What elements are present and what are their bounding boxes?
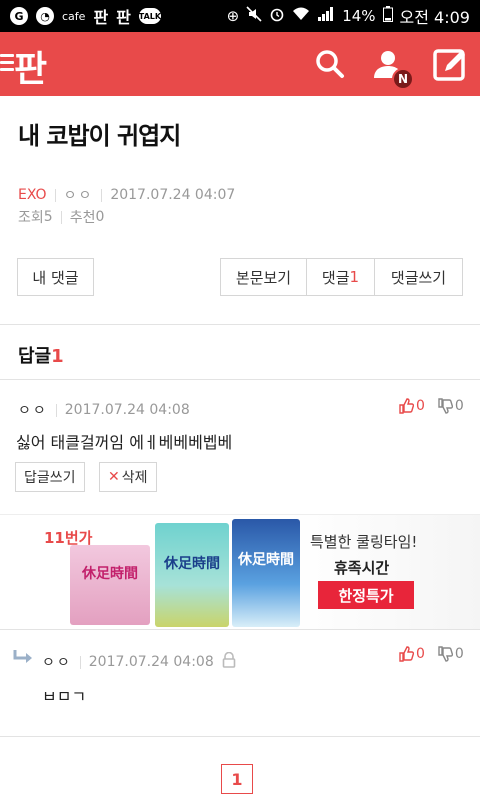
replies-label: 답글 bbox=[18, 346, 52, 367]
comment-votes: 0 0 bbox=[398, 398, 464, 414]
thumbs-down-icon bbox=[438, 646, 453, 662]
alarm-icon bbox=[269, 6, 285, 26]
notification-badge: N bbox=[392, 68, 414, 90]
upvote-count: 0 bbox=[416, 646, 425, 662]
product-label: 休足時間 bbox=[164, 556, 220, 572]
reply-arrow-icon bbox=[12, 648, 36, 672]
write-comment-button[interactable]: 댓글쓰기 bbox=[375, 259, 462, 295]
product-image-pink: 休足時間 bbox=[70, 545, 150, 625]
recommend-label: 추천 bbox=[69, 210, 96, 226]
lock-icon bbox=[222, 651, 236, 672]
ad-product-name: 휴족시간 bbox=[334, 559, 390, 577]
wifi-icon bbox=[292, 7, 310, 25]
comments-button[interactable]: 댓글 1 bbox=[307, 259, 375, 295]
product-label: 休足時間 bbox=[82, 566, 138, 582]
post-category[interactable]: EXO bbox=[18, 187, 47, 203]
menu-icon[interactable] bbox=[0, 54, 14, 72]
downvote-button[interactable]: 0 bbox=[437, 398, 464, 414]
downvote-count: 0 bbox=[454, 398, 464, 414]
comment-meta: ㅇㅇ 2017.07.24 04:08 bbox=[18, 400, 190, 420]
divider bbox=[60, 210, 62, 224]
thumbs-up-icon bbox=[399, 646, 414, 662]
circle-notification-icon: ◔ bbox=[36, 7, 54, 25]
comment-author: ㅇㅇ bbox=[18, 403, 48, 419]
views-count: 5 bbox=[43, 209, 53, 225]
comment-datetime: 2017.07.24 04:08 bbox=[64, 402, 190, 418]
product-label: 休足時間 bbox=[238, 552, 294, 568]
post-author: ㅇㅇ bbox=[63, 188, 94, 204]
product-image-mint: 休足時間 bbox=[155, 523, 229, 627]
post-action-group: 본문보기 댓글 1 댓글쓰기 bbox=[220, 258, 463, 296]
close-icon: ✕ bbox=[108, 469, 120, 485]
comment-meta: ㅇㅇ 2017.07.24 04:08 bbox=[42, 651, 236, 672]
section-divider bbox=[0, 736, 480, 737]
view-body-button[interactable]: 본문보기 bbox=[221, 259, 307, 295]
thumbs-up-icon bbox=[399, 398, 414, 414]
search-icon[interactable] bbox=[312, 46, 348, 82]
pagination-current-page[interactable]: 1 bbox=[221, 764, 253, 794]
divider bbox=[55, 403, 57, 417]
delete-button[interactable]: ✕ 삭제 bbox=[99, 462, 157, 492]
divider bbox=[79, 655, 81, 669]
product-image-blue: 休足時間 bbox=[232, 519, 300, 627]
comment-text: ㅂㅁㄱ bbox=[42, 687, 87, 706]
post-meta: EXO ㅇㅇ 2017.07.24 04:07 bbox=[18, 185, 235, 205]
add-circle-icon: ⊕ bbox=[226, 7, 240, 25]
views-label: 조회 bbox=[18, 210, 44, 226]
my-comments-button[interactable]: 내 댓글 bbox=[17, 258, 94, 296]
section-divider bbox=[0, 379, 480, 380]
replies-heading: 답글1 bbox=[18, 342, 64, 368]
ad-cta-button[interactable]: 한정특가 bbox=[318, 581, 414, 609]
talk-icon: TALK bbox=[139, 8, 161, 24]
status-bar: G ◔ cafe 판 판 TALK ⊕ 14% 오전 4:09 bbox=[0, 0, 480, 32]
section-divider bbox=[0, 324, 480, 325]
cafe-label: cafe bbox=[62, 9, 86, 23]
downvote-count: 0 bbox=[454, 646, 464, 662]
replies-count: 1 bbox=[51, 346, 64, 367]
comment-author: ㅇㅇ bbox=[42, 655, 72, 671]
reply-write-button[interactable]: 답글쓰기 bbox=[15, 462, 85, 492]
upvote-count: 0 bbox=[416, 398, 425, 414]
g-notification-icon: G bbox=[10, 7, 28, 25]
comments-count: 1 bbox=[349, 268, 360, 286]
battery-icon bbox=[382, 6, 393, 26]
battery-percent: 14% bbox=[342, 7, 376, 25]
upvote-button[interactable]: 0 bbox=[398, 646, 425, 662]
mute-icon bbox=[246, 6, 262, 26]
ad-tagline: 특별한 쿨링타임! bbox=[310, 533, 418, 551]
pann-logo[interactable]: 판 bbox=[14, 40, 47, 92]
thumbs-down-icon bbox=[438, 398, 453, 414]
downvote-button[interactable]: 0 bbox=[437, 646, 464, 662]
pann-app-icon-2: 판 bbox=[116, 8, 131, 27]
ad-banner[interactable]: 11번가 休足時間 休足時間 休足時間 특별한 쿨링타임! 휴족시간 한정특가 bbox=[0, 514, 480, 630]
divider bbox=[101, 188, 103, 202]
delete-label: 삭제 bbox=[121, 470, 148, 486]
divider bbox=[54, 188, 56, 202]
app-header: 판 N bbox=[0, 32, 480, 96]
signal-icon bbox=[317, 7, 335, 25]
comment-votes: 0 0 bbox=[398, 646, 464, 662]
clock: 오전 4:09 bbox=[399, 8, 470, 27]
post-title: 내 코밥이 귀엽지 bbox=[18, 122, 181, 150]
post-stats: 조회 5 추천 0 bbox=[18, 207, 104, 227]
section-divider bbox=[0, 629, 480, 630]
pann-app-icon: 판 bbox=[93, 8, 109, 27]
recommend-count: 0 bbox=[95, 209, 105, 225]
comments-label: 댓글 bbox=[321, 268, 350, 287]
write-icon[interactable] bbox=[432, 46, 468, 82]
post-datetime: 2017.07.24 04:07 bbox=[110, 187, 236, 203]
upvote-button[interactable]: 0 bbox=[398, 398, 425, 414]
comment-datetime: 2017.07.24 04:08 bbox=[88, 654, 214, 670]
comment-text: 싫어 태클걸꺼임 에ㅔ베베베벱베 bbox=[16, 433, 233, 452]
